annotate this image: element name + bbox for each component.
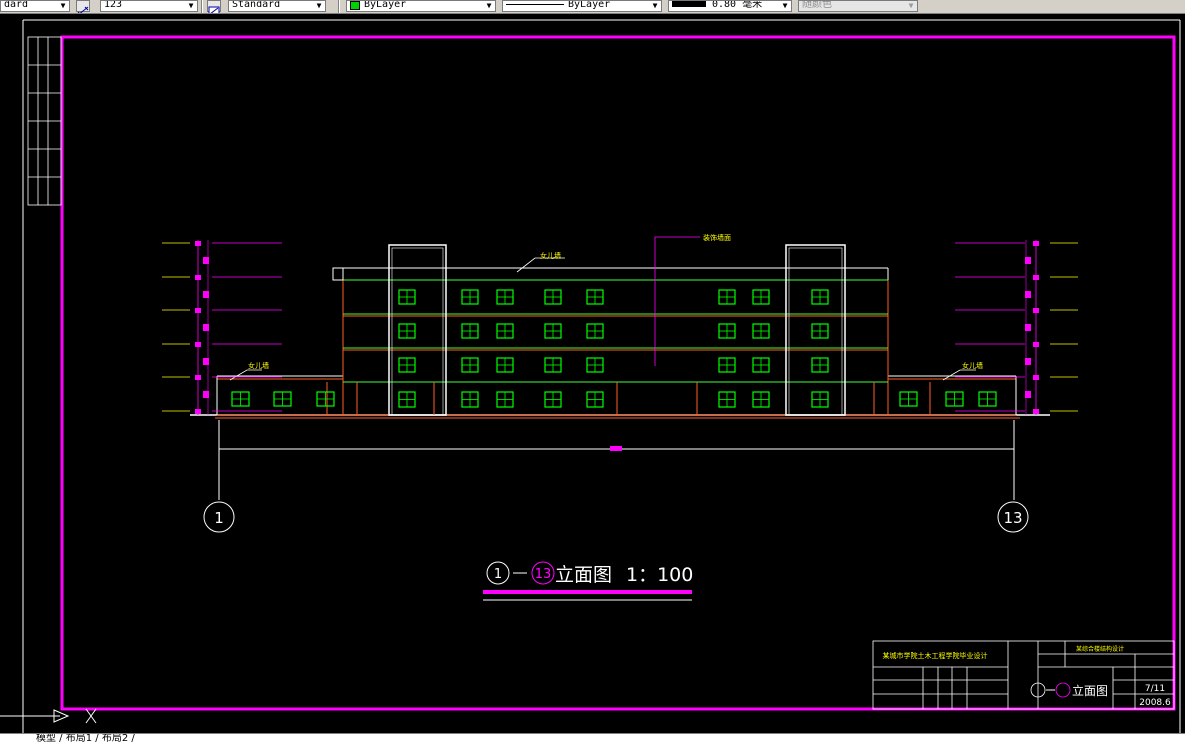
window xyxy=(718,391,736,408)
toolbar-separator xyxy=(201,0,203,13)
plot-style-value: 随颜色 xyxy=(802,0,832,10)
chevron-down-icon[interactable]: ▼ xyxy=(485,2,493,10)
properties-toolbar: dard ▼ 123 ▼ Standard ▼ ByLayer ▼ ByLaye… xyxy=(0,0,1185,14)
dimension-style-icon[interactable] xyxy=(76,0,90,13)
chevron-down-icon[interactable]: ▼ xyxy=(651,2,659,10)
lineweight-preview xyxy=(672,1,706,7)
dimension-value-dropdown[interactable]: 123 ▼ xyxy=(100,0,198,12)
window xyxy=(544,323,562,339)
drawing-canvas[interactable]: 女儿墙 女儿墙 女儿墙 装饰墙面 1 13 1 13 立面图 1：100 某城市… xyxy=(0,14,1185,733)
window xyxy=(752,391,770,408)
window xyxy=(398,323,416,339)
color-value: ByLayer xyxy=(364,0,407,10)
window xyxy=(718,323,736,339)
window xyxy=(398,357,416,373)
window xyxy=(752,357,770,373)
drawing-title: 1 13 立面图 1：100 xyxy=(483,561,693,601)
axis-bubble-start: 1 xyxy=(203,501,235,533)
dimension-style-dropdown[interactable]: Standard ▼ xyxy=(228,0,326,12)
toolbar-separator xyxy=(338,0,340,13)
window xyxy=(586,357,604,373)
chevron-down-icon[interactable]: ▼ xyxy=(187,2,195,10)
color-swatch xyxy=(350,1,360,10)
window xyxy=(978,391,997,407)
title-axis-end: 13 xyxy=(535,567,552,582)
chevron-down-icon[interactable]: ▼ xyxy=(907,2,915,10)
building-elevation: 女儿墙 女儿墙 女儿墙 装饰墙面 xyxy=(162,233,1078,500)
color-dropdown[interactable]: ByLayer ▼ xyxy=(346,0,496,12)
parapet-note: 女儿墙 xyxy=(540,251,561,260)
window xyxy=(273,391,292,407)
facade-note: 装饰墙面 xyxy=(703,233,731,242)
window xyxy=(461,289,479,305)
window xyxy=(496,357,514,373)
title-axis-start: 1 xyxy=(494,567,502,582)
window xyxy=(752,323,770,339)
lineweight-dropdown[interactable]: 0.80 毫米 ▼ xyxy=(668,0,792,12)
axis-bubble-end: 13 xyxy=(997,501,1029,533)
window xyxy=(811,391,829,408)
window xyxy=(544,289,562,305)
title-scale-text: 1：100 xyxy=(626,564,693,586)
layout-tabs-bar[interactable]: 模型 / 布局1 / 布局2 / xyxy=(0,733,1185,744)
left-wing-note: 女儿墙 xyxy=(248,361,269,370)
text-style-dropdown[interactable]: dard ▼ xyxy=(0,0,70,12)
window xyxy=(544,357,562,373)
school-name: 某城市学院土木工程学院毕业设计 xyxy=(883,651,988,660)
linetype-dropdown[interactable]: ByLayer ▼ xyxy=(502,0,662,12)
axis-start-label: 1 xyxy=(214,509,224,527)
lineweight-value: 0.80 毫米 xyxy=(712,0,763,10)
title-main-text: 立面图 xyxy=(555,564,612,586)
ucs-icon xyxy=(0,708,97,724)
window xyxy=(496,289,514,305)
window xyxy=(718,357,736,373)
text-style-value: dard xyxy=(4,0,29,10)
window xyxy=(586,391,604,408)
elevation-marks-left xyxy=(162,240,282,415)
window xyxy=(316,391,335,407)
dimension-style-value: Standard xyxy=(232,0,281,10)
project-name: 某综合楼结构设计 xyxy=(1076,645,1124,653)
chevron-down-icon[interactable]: ▼ xyxy=(781,2,789,10)
plot-style-dropdown[interactable]: 随颜色 ▼ xyxy=(798,0,918,12)
window xyxy=(496,323,514,339)
window xyxy=(752,289,770,305)
window xyxy=(398,289,416,305)
axis-end-label: 13 xyxy=(1003,509,1022,527)
window xyxy=(945,391,964,407)
window xyxy=(586,323,604,339)
layout-tabs-text: 模型 / 布局1 / 布局2 / xyxy=(36,733,135,744)
window xyxy=(718,289,736,305)
chevron-down-icon[interactable]: ▼ xyxy=(59,2,67,10)
window xyxy=(398,391,416,408)
window xyxy=(899,391,918,407)
dimension-value: 123 xyxy=(104,0,123,10)
window xyxy=(811,357,829,373)
sheet-date: 2008.6 xyxy=(1139,698,1171,708)
window xyxy=(586,289,604,305)
window xyxy=(496,391,514,408)
title-block-text: 某城市学院土木工程学院毕业设计 某综合楼结构设计 立面图 7/11 2008.6 xyxy=(883,645,1172,708)
window xyxy=(544,391,562,408)
sheet-title: 立面图 xyxy=(1072,683,1108,698)
window xyxy=(811,323,829,339)
window xyxy=(461,357,479,373)
window xyxy=(811,289,829,305)
linetype-preview xyxy=(506,4,564,5)
window xyxy=(461,391,479,408)
sheet-number: 7/11 xyxy=(1145,684,1165,694)
right-wing-note: 女儿墙 xyxy=(962,361,983,370)
window xyxy=(231,391,250,407)
window xyxy=(461,323,479,339)
chevron-down-icon[interactable]: ▼ xyxy=(315,2,323,10)
binding-strip xyxy=(27,36,62,206)
linetype-value: ByLayer xyxy=(568,0,611,10)
text-style-manager-icon[interactable] xyxy=(207,0,221,13)
